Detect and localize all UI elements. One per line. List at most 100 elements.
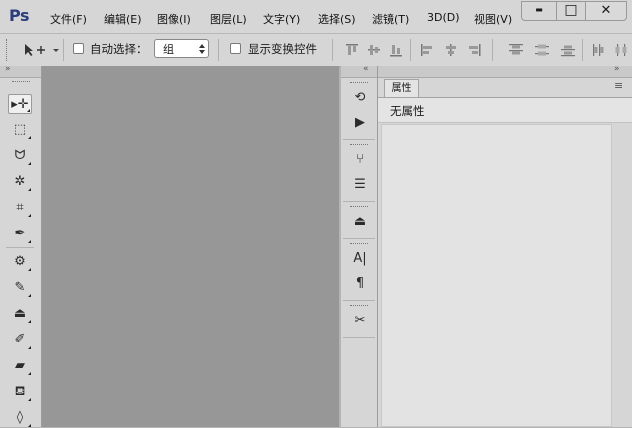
auto-select-target-dropdown[interactable]: 组 [154, 39, 209, 58]
blur-tool-button[interactable]: ◊ [8, 408, 32, 428]
history-brush-tool-button[interactable]: ✐ [8, 330, 32, 350]
healing-tool-button[interactable]: ⚙ [8, 252, 32, 272]
menu-select[interactable]: 选择(S) [318, 11, 356, 27]
character-icon: A| [353, 251, 367, 266]
brush-icon: ✎ [14, 280, 26, 295]
properties-panel: » 属性 ≡ 无属性 [378, 64, 632, 427]
menu-type[interactable]: 文字(Y) [263, 11, 300, 27]
panel-group-grip[interactable] [350, 243, 368, 246]
collapse-arrows-icon[interactable]: » [614, 64, 620, 74]
menu-file[interactable]: 文件(F) [50, 11, 87, 27]
paint-bucket-icon: ⛾ [14, 384, 26, 399]
align-horizontal-centers-icon[interactable] [444, 43, 458, 57]
stamp-tool-button[interactable]: ⏏ [8, 304, 32, 324]
align-vertical-centers-icon[interactable] [367, 43, 381, 57]
menu-edit[interactable]: 编辑(E) [104, 11, 142, 27]
eraser-tool-button[interactable]: ▰ [8, 356, 32, 376]
lasso-icon: ᗢ [14, 148, 26, 163]
tools-panel-header[interactable]: » [0, 64, 41, 78]
separator [63, 39, 64, 61]
character-panel-button[interactable]: A| [349, 249, 371, 269]
properties-content [381, 124, 612, 427]
align-top-edges-icon[interactable] [345, 43, 359, 57]
separator [332, 39, 333, 61]
menu-image[interactable]: 图像(I) [157, 11, 191, 27]
maximize-button[interactable]: □ [556, 1, 586, 21]
expand-arrows-icon[interactable]: « [363, 64, 369, 74]
distribute-top-edges-icon[interactable] [508, 43, 524, 57]
actions-panel-button[interactable]: ▶ [349, 113, 371, 133]
close-button[interactable]: ✕ [585, 1, 627, 21]
separator [218, 39, 219, 61]
dock-header[interactable]: « [341, 64, 377, 78]
tools-panel-grip[interactable] [12, 81, 30, 84]
history-panel-button[interactable]: ⟲ [349, 88, 371, 108]
distribute-horizontal-centers-icon[interactable] [614, 43, 628, 57]
distribute-vertical-centers-icon[interactable] [534, 43, 550, 57]
paint-bucket-tool-button[interactable]: ⛾ [8, 382, 32, 402]
adjustments-button[interactable]: ☰ [349, 175, 371, 195]
panel-group-grip[interactable] [350, 144, 368, 147]
minimize-icon: ▬ [535, 5, 543, 14]
flyout-indicator-icon [28, 162, 31, 165]
close-icon: ✕ [600, 3, 612, 18]
show-transform-controls-checkbox[interactable] [230, 43, 241, 54]
brush-presets-icon: ⑂ [356, 152, 364, 167]
eyedropper-icon: ✒ [14, 226, 26, 241]
align-right-edges-icon[interactable] [467, 43, 481, 57]
eyedropper-tool-button[interactable]: ✒ [8, 224, 32, 244]
magic-wand-tool-button[interactable]: ✲ [8, 172, 32, 192]
marquee-tool-button[interactable]: ⬚ [8, 120, 32, 140]
tool-presets-button[interactable]: ✂ [349, 311, 371, 331]
menu-bar: Ps 文件(F) 编辑(E) 图像(I) 图层(L) 文字(Y) 选择(S) 滤… [0, 0, 632, 34]
clone-source-icon: ⏏ [353, 214, 367, 229]
menu-view[interactable]: 视图(V) [474, 11, 512, 27]
options-bar-grip[interactable] [6, 39, 9, 61]
separator [582, 39, 583, 61]
paragraph-panel-button[interactable]: ¶ [349, 274, 371, 294]
clone-source-button[interactable]: ⏏ [349, 212, 371, 232]
panel-group-grip[interactable] [350, 82, 368, 85]
crop-tool-button[interactable]: ⌗ [8, 198, 32, 218]
distribute-bottom-edges-icon[interactable] [560, 43, 576, 57]
panel-group-separator [343, 201, 375, 202]
updown-arrows-icon [199, 44, 205, 54]
move-icon [25, 44, 59, 56]
brush-presets-button[interactable]: ⑂ [349, 150, 371, 170]
history-brush-icon: ✐ [14, 332, 26, 347]
rectangular-marquee-icon: ⬚ [13, 122, 27, 137]
menu-layer[interactable]: 图层(L) [210, 11, 247, 27]
tool-separator [6, 247, 34, 248]
flyout-indicator-icon [28, 320, 31, 323]
panel-menu-icon[interactable]: ≡ [614, 79, 623, 92]
brush-tool-button[interactable]: ✎ [8, 278, 32, 298]
play-icon: ▶ [355, 115, 365, 130]
auto-select-checkbox[interactable] [73, 43, 84, 54]
properties-scrollbar[interactable] [615, 124, 629, 427]
menu-filter[interactable]: 滤镜(T) [372, 11, 409, 27]
properties-tab[interactable]: 属性 [384, 79, 419, 97]
document-canvas-area[interactable] [42, 66, 339, 427]
panel-group-separator [343, 300, 375, 301]
distribute-left-edges-icon[interactable] [592, 43, 606, 57]
menu-3d[interactable]: 3D(D) [427, 11, 460, 24]
lasso-tool-button[interactable]: ᗢ [8, 146, 32, 166]
paragraph-icon: ¶ [355, 276, 365, 291]
panel-group-grip[interactable] [350, 206, 368, 209]
panel-group-separator [343, 139, 375, 140]
move-tool-button[interactable]: ▸✛ [8, 94, 32, 114]
flyout-indicator-icon [28, 372, 31, 375]
flyout-indicator-icon [28, 268, 31, 271]
collapse-arrows-icon[interactable]: » [5, 64, 11, 74]
magic-wand-icon: ✲ [14, 174, 26, 189]
minimize-button[interactable]: ▬ [521, 1, 557, 21]
align-left-edges-icon[interactable] [420, 43, 434, 57]
collapsed-panels-dock: « ⟲ ▶ ⑂ ☰ ⏏ A| ¶ ✂ [341, 64, 378, 427]
panel-group-separator [343, 337, 375, 338]
photoshop-logo: Ps [9, 6, 29, 25]
tool-preset-picker[interactable] [22, 41, 60, 59]
panel-group-grip[interactable] [350, 305, 368, 308]
align-bottom-edges-icon[interactable] [389, 43, 403, 57]
flyout-indicator-icon [28, 214, 31, 217]
properties-panel-header[interactable]: » [378, 64, 632, 78]
